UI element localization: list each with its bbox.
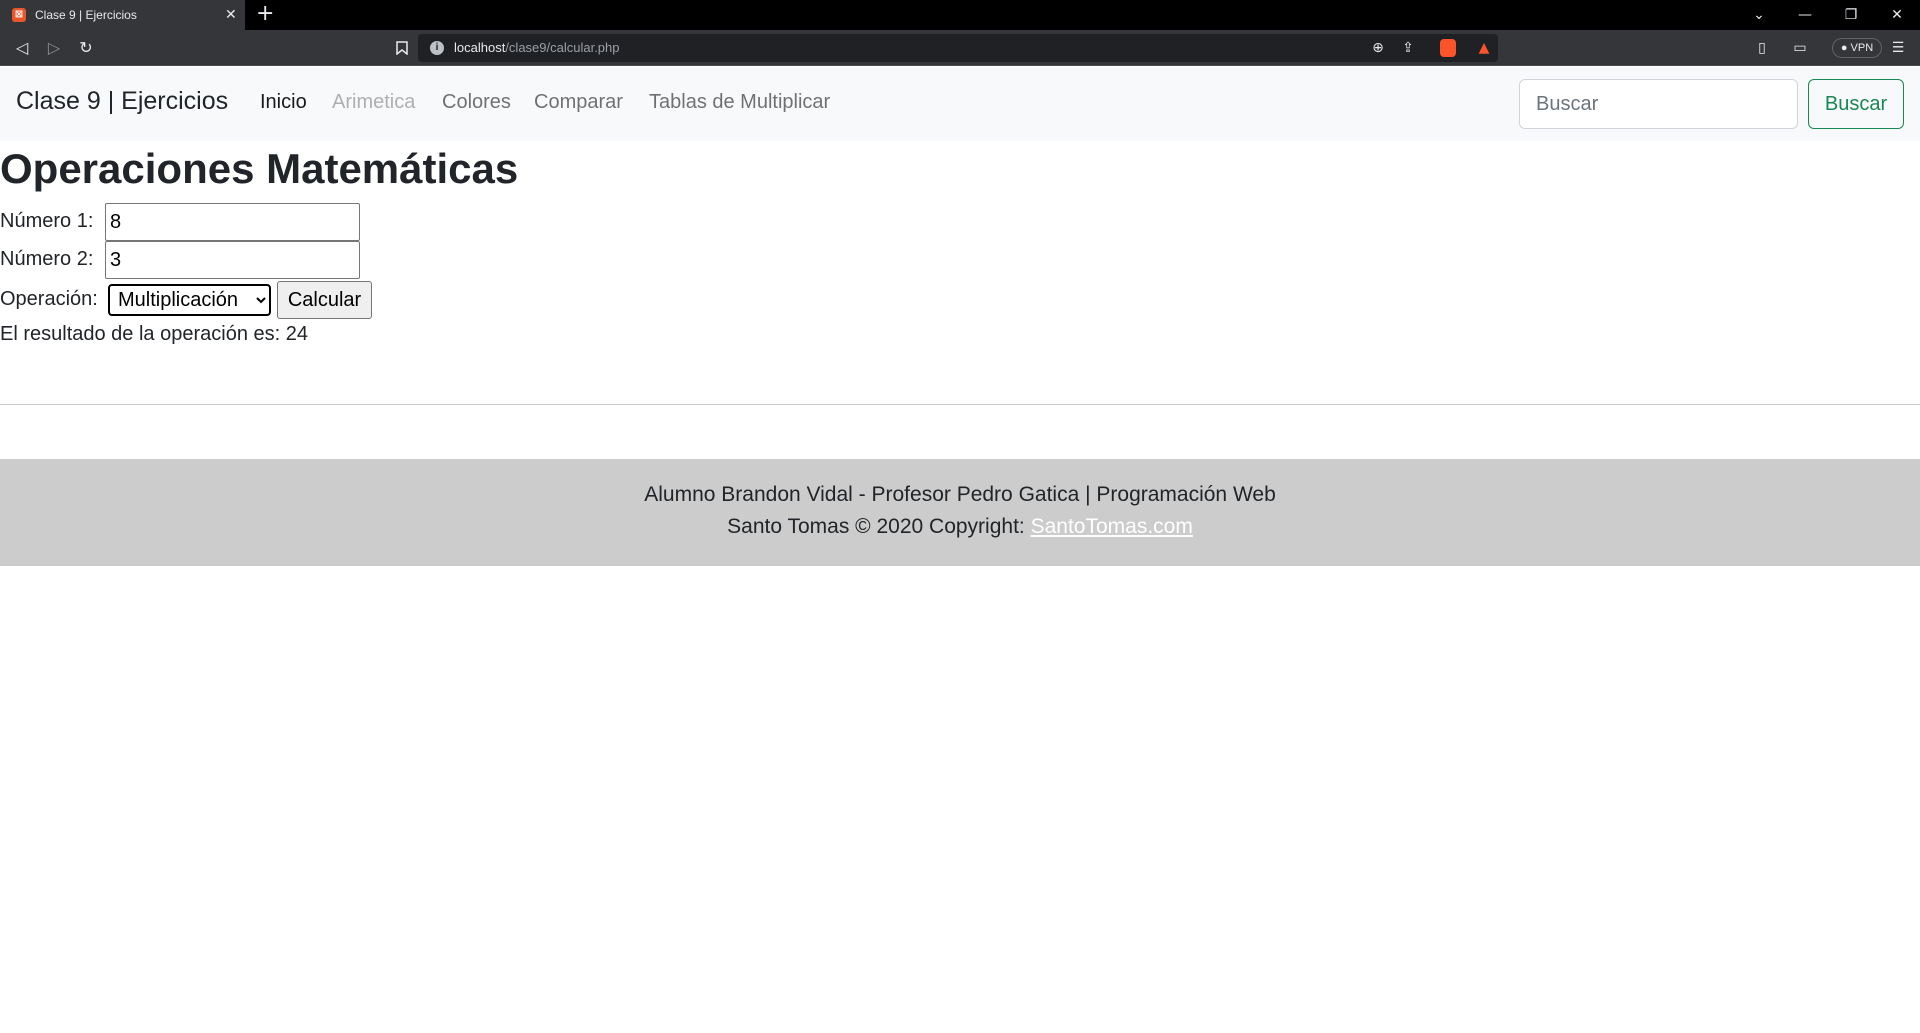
browser-tab-strip: ⊠ Clase 9 | Ejercicios ✕ + ⌄ — ❐ ✕ [0, 0, 1920, 30]
site-footer: Alumno Brandon Vidal - Profesor Pedro Ga… [0, 459, 1920, 566]
nav-link-colores[interactable]: Colores [442, 91, 511, 114]
tab-close-icon[interactable]: ✕ [225, 0, 237, 30]
num2-input[interactable] [105, 241, 360, 279]
url-host: localhost [454, 40, 506, 55]
close-window-icon[interactable]: ✕ [1882, 0, 1912, 30]
zoom-icon[interactable]: ⊕ [1366, 36, 1390, 60]
browser-tab[interactable]: ⊠ Clase 9 | Ejercicios ✕ [0, 0, 245, 30]
reload-icon[interactable]: ↻ [74, 36, 98, 60]
operation-select[interactable]: Multiplicación [108, 284, 271, 316]
restore-icon[interactable]: ❐ [1836, 0, 1866, 30]
menu-icon[interactable]: ☰ [1886, 36, 1910, 60]
brave-rewards-icon[interactable]: ▲ [1472, 36, 1496, 60]
share-icon[interactable]: ⇪ [1396, 36, 1420, 60]
vpn-button[interactable]: ● VPN [1832, 38, 1882, 58]
back-icon[interactable]: ◁ [10, 36, 34, 60]
result-text: El resultado de la operación es: 24 [0, 323, 308, 345]
bookmark-icon[interactable] [390, 36, 414, 60]
brave-shields-icon[interactable] [1440, 39, 1456, 57]
browser-toolbar: ◁ ▷ ↻ i localhost/clase9/calcular.php ⊕ … [0, 30, 1920, 66]
address-bar[interactable]: i localhost/clase9/calcular.php [418, 34, 1498, 62]
nav-link-inicio[interactable]: Inicio [260, 91, 307, 114]
search-button[interactable]: Buscar [1808, 79, 1904, 129]
footer-link-santotomas[interactable]: SantoTomas.com [1031, 515, 1193, 538]
page-title: Operaciones Matemáticas [0, 145, 519, 192]
site-info-icon[interactable]: i [430, 41, 444, 55]
minimize-icon[interactable]: — [1790, 0, 1820, 30]
calculate-button[interactable]: Calcular [277, 281, 372, 319]
wallet-icon[interactable]: ▭ [1788, 36, 1812, 60]
forward-icon[interactable]: ▷ [42, 36, 66, 60]
page-content: Clase 9 | Ejercicios Inicio Arimetica Co… [0, 67, 1920, 1033]
footer-copyright: Santo Tomas © 2020 Copyright: SantoTomas… [0, 515, 1920, 539]
divider [0, 404, 1920, 405]
operation-label: Operación: [0, 288, 98, 310]
nav-link-comparar[interactable]: Comparar [534, 91, 623, 114]
new-tab-button[interactable]: + [256, 0, 274, 30]
sidebar-icon[interactable]: ▯ [1750, 36, 1774, 60]
nav-link-tablas[interactable]: Tablas de Multiplicar [649, 91, 830, 114]
num2-label: Número 2: [0, 248, 94, 270]
url-text: localhost/clase9/calcular.php [454, 34, 620, 62]
xampp-favicon-icon: ⊠ [12, 8, 26, 22]
num1-input[interactable] [105, 203, 360, 241]
navbar-brand[interactable]: Clase 9 | Ejercicios [16, 87, 228, 116]
tab-title: Clase 9 | Ejercicios [35, 8, 137, 22]
num1-label: Número 1: [0, 210, 94, 232]
url-path: /clase9/calcular.php [505, 40, 620, 55]
footer-copyright-text: Santo Tomas © 2020 Copyright: [727, 515, 1031, 538]
vpn-label: VPN [1850, 42, 1874, 54]
site-navbar: Clase 9 | Ejercicios Inicio Arimetica Co… [0, 67, 1920, 141]
footer-credits: Alumno Brandon Vidal - Profesor Pedro Ga… [644, 483, 1276, 506]
search-input[interactable] [1519, 79, 1798, 129]
tab-search-icon[interactable]: ⌄ [1744, 0, 1774, 30]
nav-link-arimetica: Arimetica [332, 91, 416, 113]
